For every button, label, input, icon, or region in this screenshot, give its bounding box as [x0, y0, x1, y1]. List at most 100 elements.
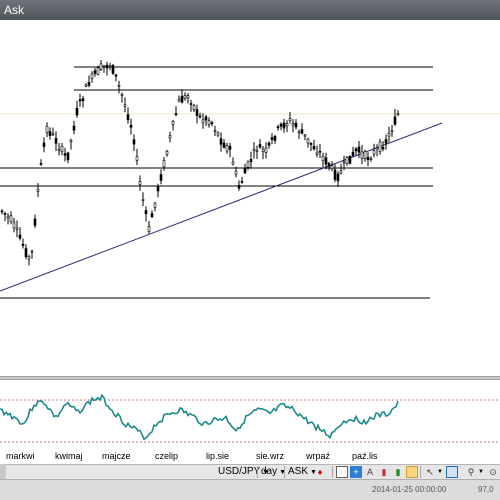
- candle-body: [0, 210, 4, 213]
- candle-body: [75, 108, 79, 116]
- candle-body: [240, 181, 244, 183]
- candle-body: [210, 122, 214, 124]
- candle-body: [45, 125, 49, 133]
- candle-body: [396, 113, 400, 115]
- candle-body: [387, 133, 391, 137]
- candle-body: [324, 157, 328, 165]
- toolbar-divider: [420, 466, 421, 478]
- candle-body: [219, 138, 223, 145]
- candle-body: [48, 131, 52, 136]
- price-chart[interactable]: [0, 20, 500, 376]
- candle-body: [303, 134, 307, 137]
- candle-body: [348, 156, 352, 164]
- candle-body: [90, 73, 94, 79]
- candle-body: [39, 163, 43, 165]
- bar-chart-icon[interactable]: ▮: [378, 466, 390, 478]
- candle-body: [54, 138, 58, 144]
- candle-body: [120, 94, 124, 96]
- time-axis-label: kwimaj: [55, 451, 83, 461]
- candle-body: [294, 122, 298, 128]
- candle-body: [69, 139, 73, 142]
- candle-body: [198, 115, 202, 118]
- candle-body: [318, 151, 322, 153]
- candle-body: [276, 126, 280, 129]
- candle-body: [51, 133, 55, 136]
- time-axis-label: lip.sie: [206, 451, 230, 461]
- candle-body: [6, 215, 10, 219]
- candle-body: [291, 123, 295, 126]
- candle-body: [345, 156, 349, 164]
- candle-body: [144, 210, 148, 215]
- candle-body: [315, 152, 319, 156]
- candle-body: [126, 114, 130, 120]
- status-bar: 2014-01-25 00:00:00 97,0: [0, 479, 500, 500]
- candle-body: [132, 139, 136, 145]
- candle-body: [261, 148, 265, 153]
- candle-body: [141, 199, 145, 201]
- candle-body: [258, 144, 262, 148]
- time-axis: markwi kwimaj majcze czelip lip.sie sie.…: [0, 450, 500, 464]
- drawings-icon[interactable]: [446, 466, 458, 478]
- candle-body: [297, 131, 301, 134]
- oscillator-line: [0, 393, 399, 441]
- time-axis-label: sie.wrz: [256, 451, 285, 461]
- candle-body: [114, 74, 118, 77]
- chart-panel-icon[interactable]: [336, 466, 348, 478]
- candle-body: [66, 152, 70, 161]
- crosshair-icon[interactable]: ⊙: [487, 466, 499, 478]
- candle-body: [138, 181, 142, 185]
- candle-body: [372, 150, 376, 155]
- text-tool-icon[interactable]: A: [364, 466, 376, 478]
- candle-body: [27, 256, 31, 260]
- candle-chart-icon[interactable]: ▮: [392, 466, 404, 478]
- candle-body: [360, 151, 364, 159]
- candle-body: [264, 147, 268, 153]
- candle-body: [159, 174, 163, 181]
- candle-body: [339, 170, 343, 174]
- candle-body: [285, 123, 289, 127]
- candle-body: [30, 250, 34, 253]
- oscillator-pane[interactable]: [0, 380, 500, 450]
- candle-type-icon[interactable]: ♦: [314, 466, 326, 478]
- candle-body: [12, 222, 16, 229]
- candle-body: [270, 137, 274, 140]
- candle-body: [369, 158, 373, 160]
- toolbar-divider: [332, 466, 333, 478]
- candle-body: [189, 103, 193, 105]
- candle-body: [282, 122, 286, 129]
- candle-body: [231, 161, 235, 165]
- candle-body: [147, 226, 151, 232]
- candle-body: [222, 142, 226, 148]
- candle-body: [57, 148, 61, 151]
- candle-body: [117, 85, 121, 87]
- oscillator-canvas[interactable]: [0, 380, 500, 450]
- candle-body: [93, 70, 97, 74]
- chevron-down-icon[interactable]: ▼: [434, 466, 446, 478]
- candle-body: [42, 142, 46, 147]
- candle-body: [252, 148, 256, 151]
- candle-body: [24, 248, 28, 257]
- candle-body: [234, 170, 238, 175]
- candle-body: [390, 130, 394, 133]
- candle-body: [156, 186, 160, 192]
- price-chart-canvas[interactable]: [0, 20, 500, 376]
- candle-body: [177, 98, 181, 102]
- chevron-down-icon[interactable]: ▼: [475, 466, 487, 478]
- candle-body: [186, 95, 190, 99]
- candle-body: [225, 145, 229, 152]
- candle-body: [9, 215, 13, 222]
- candle-body: [237, 185, 241, 189]
- candle-body: [201, 119, 205, 124]
- candle-body: [342, 161, 346, 164]
- candle-body: [363, 151, 367, 159]
- candle-body: [333, 169, 337, 180]
- candle-body: [351, 151, 355, 156]
- add-indicator-icon[interactable]: +: [350, 466, 362, 478]
- candle-body: [183, 95, 187, 99]
- candle-body: [21, 243, 25, 246]
- template-icon[interactable]: [406, 466, 418, 478]
- candle-body: [216, 132, 220, 136]
- candle-body: [207, 120, 211, 125]
- candle-body: [96, 67, 100, 75]
- candle-body: [306, 138, 310, 144]
